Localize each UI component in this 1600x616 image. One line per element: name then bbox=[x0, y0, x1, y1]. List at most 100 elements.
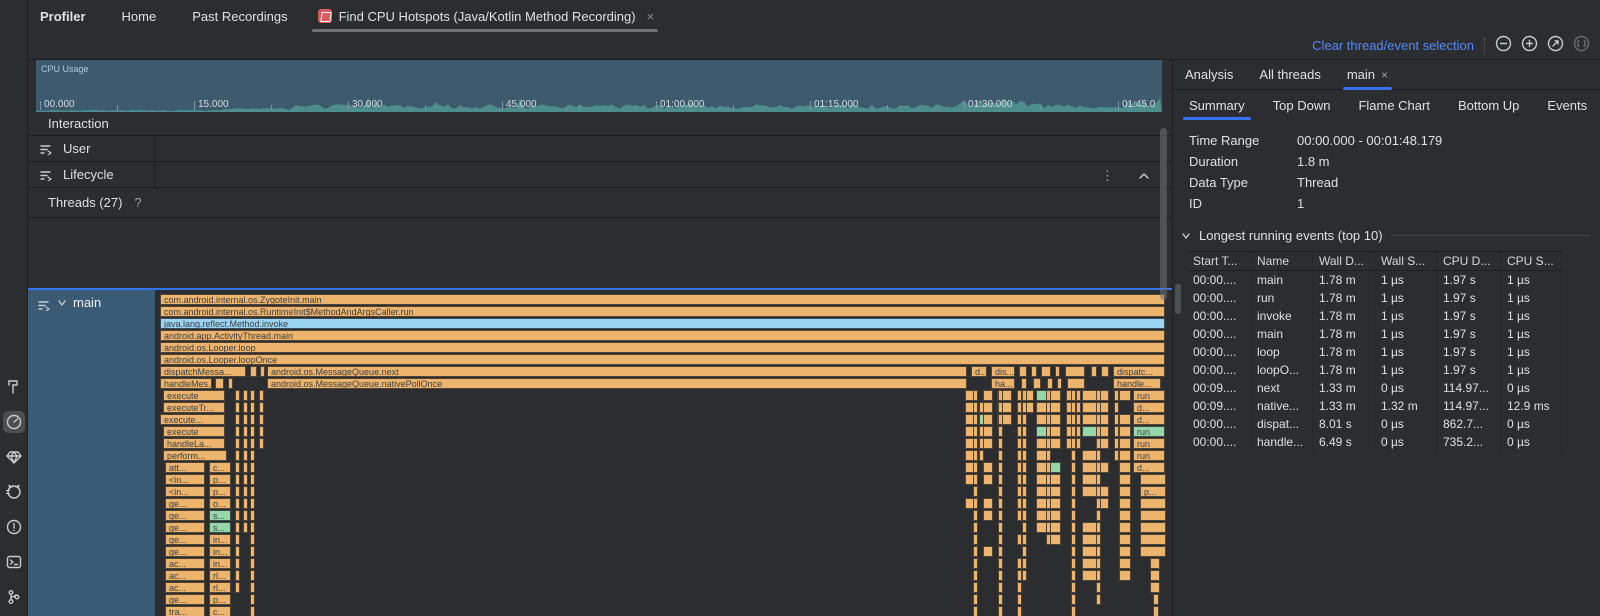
flame-bar-in[interactable]: <in... bbox=[165, 474, 205, 485]
flame-bar[interactable] bbox=[1100, 390, 1109, 401]
flame-bar-d[interactable]: d... bbox=[1133, 402, 1165, 413]
flame-bar[interactable] bbox=[1019, 366, 1027, 377]
flame-bar[interactable] bbox=[1119, 462, 1131, 473]
flame-bar[interactable] bbox=[1050, 402, 1061, 413]
flame-bar[interactable] bbox=[243, 450, 248, 461]
flame-bar[interactable] bbox=[973, 402, 978, 413]
flame-bar[interactable] bbox=[1119, 498, 1131, 509]
subtab-events[interactable]: Events bbox=[1547, 90, 1587, 120]
flame-bar-p[interactable]: p... bbox=[209, 486, 231, 497]
flame-bar[interactable] bbox=[250, 450, 255, 461]
table-row[interactable]: 00:00....main1.78 m1 µs1.97 s1 µs bbox=[1187, 271, 1563, 289]
table-row[interactable]: 00:00....loop1.78 m1 µs1.97 s1 µs bbox=[1187, 343, 1563, 361]
flame-bar[interactable] bbox=[998, 522, 1003, 533]
flame-bar-perform[interactable]: perform... bbox=[163, 450, 227, 461]
flame-bar[interactable] bbox=[1022, 450, 1027, 461]
flame-bar[interactable] bbox=[1071, 462, 1076, 473]
flame-bar[interactable] bbox=[1076, 426, 1081, 437]
flame-bar[interactable] bbox=[1026, 390, 1034, 401]
app-insights-gem-icon[interactable] bbox=[3, 446, 25, 468]
flame-bar[interactable] bbox=[1082, 414, 1097, 425]
flame-bar[interactable] bbox=[1119, 558, 1131, 569]
flame-bar[interactable] bbox=[1017, 594, 1022, 605]
flame-bar[interactable] bbox=[1096, 414, 1101, 425]
flame-bar[interactable] bbox=[1082, 534, 1097, 545]
flame-bar[interactable] bbox=[1046, 462, 1051, 473]
flame-bar[interactable] bbox=[250, 546, 255, 557]
flame-bar[interactable] bbox=[973, 414, 978, 425]
table-row[interactable]: 00:00....handle...6.49 s0 µs735.2...0 µs bbox=[1187, 433, 1563, 451]
flame-bar[interactable] bbox=[1100, 426, 1109, 437]
column-header[interactable]: Name bbox=[1251, 252, 1313, 270]
flame-bar[interactable] bbox=[1071, 474, 1076, 485]
flame-bar[interactable] bbox=[1119, 510, 1131, 521]
flame-bar[interactable] bbox=[973, 606, 978, 616]
flame-bar[interactable] bbox=[1047, 378, 1053, 389]
clear-thread-event-selection-link[interactable]: Clear thread/event selection bbox=[1312, 38, 1474, 53]
flame-bar[interactable] bbox=[1076, 402, 1081, 413]
flame-bar[interactable] bbox=[1076, 438, 1081, 449]
zoom-out-icon[interactable] bbox=[1495, 35, 1512, 57]
flame-bar-ge[interactable]: ge... bbox=[165, 522, 205, 533]
table-row[interactable]: 00:00....dispat...8.01 s0 µs862.7...0 µs bbox=[1187, 415, 1563, 433]
flame-bar-d[interactable]: d... bbox=[1133, 414, 1165, 425]
flame-bar[interactable] bbox=[1140, 474, 1166, 485]
flame-bar-android-os-looper-loop[interactable]: android.os.Looper.loop bbox=[160, 342, 1165, 353]
flame-bar[interactable] bbox=[1071, 486, 1076, 497]
flame-bar[interactable] bbox=[973, 498, 978, 509]
flame-bar-run[interactable]: run bbox=[1133, 450, 1165, 461]
flame-bar[interactable] bbox=[998, 498, 1003, 509]
flame-bar[interactable] bbox=[250, 606, 255, 616]
flame-bar-handle[interactable]: handle... bbox=[1113, 378, 1161, 389]
flame-bar-s[interactable]: s... bbox=[209, 510, 231, 521]
flame-bar[interactable] bbox=[259, 414, 264, 425]
flame-bar[interactable] bbox=[1050, 390, 1061, 401]
flame-bar[interactable] bbox=[235, 510, 240, 521]
flame-bar[interactable] bbox=[1071, 570, 1076, 581]
flame-bar[interactable] bbox=[1082, 546, 1097, 557]
flame-bar[interactable] bbox=[250, 426, 255, 437]
flame-bar[interactable] bbox=[973, 570, 978, 581]
flame-bar-p[interactable]: p... bbox=[1140, 486, 1166, 497]
column-header[interactable]: Start T... bbox=[1187, 252, 1251, 270]
flame-bar[interactable] bbox=[1096, 486, 1101, 497]
threads-help-icon[interactable]: ? bbox=[134, 195, 141, 210]
thread-label-panel[interactable]: main bbox=[28, 290, 155, 616]
column-header[interactable]: Wall S... bbox=[1375, 252, 1437, 270]
flame-bar[interactable] bbox=[1026, 402, 1034, 413]
panel-scrollbar[interactable] bbox=[1175, 284, 1181, 314]
flame-bar[interactable] bbox=[1071, 426, 1076, 437]
flame-bar[interactable] bbox=[1046, 426, 1051, 437]
flame-bar-s[interactable]: s... bbox=[209, 522, 231, 533]
profiler-gauge-icon[interactable] bbox=[3, 411, 25, 433]
flame-bar[interactable] bbox=[259, 390, 264, 401]
flame-bar[interactable] bbox=[1071, 450, 1076, 461]
flame-bar[interactable] bbox=[1050, 534, 1061, 545]
flame-bar-p[interactable]: p... bbox=[209, 474, 231, 485]
flame-bar[interactable] bbox=[1096, 426, 1101, 437]
logcat-cat-icon[interactable] bbox=[3, 481, 25, 503]
version-control-icon[interactable] bbox=[3, 586, 25, 608]
flame-bar[interactable] bbox=[1057, 378, 1062, 389]
flame-bar[interactable] bbox=[973, 546, 978, 557]
thread-expand-chevron-icon[interactable] bbox=[57, 298, 67, 308]
flame-bar[interactable] bbox=[235, 582, 240, 593]
flame-bar[interactable] bbox=[1022, 570, 1027, 581]
flame-bar[interactable] bbox=[250, 462, 255, 473]
flame-bar[interactable] bbox=[250, 498, 255, 509]
flame-bar-execute[interactable]: execute bbox=[163, 390, 225, 401]
interaction-section-header[interactable]: Interaction ⋮ bbox=[28, 112, 1172, 136]
flame-bar-tra[interactable]: tra... bbox=[165, 606, 205, 616]
flame-bar[interactable] bbox=[1031, 366, 1037, 377]
flame-bar[interactable] bbox=[1119, 474, 1131, 485]
flame-bar[interactable] bbox=[235, 570, 240, 581]
flame-bar[interactable] bbox=[235, 414, 240, 425]
flame-bar[interactable] bbox=[1071, 402, 1076, 413]
flame-bar[interactable] bbox=[1071, 558, 1076, 569]
flame-bar[interactable] bbox=[1046, 534, 1051, 545]
flame-bar[interactable] bbox=[250, 582, 255, 593]
flame-bar[interactable] bbox=[983, 462, 993, 473]
flame-bar-run[interactable]: run bbox=[1133, 426, 1165, 437]
events-collapse-chevron-icon[interactable] bbox=[1181, 231, 1191, 241]
flame-bar[interactable] bbox=[983, 414, 993, 425]
